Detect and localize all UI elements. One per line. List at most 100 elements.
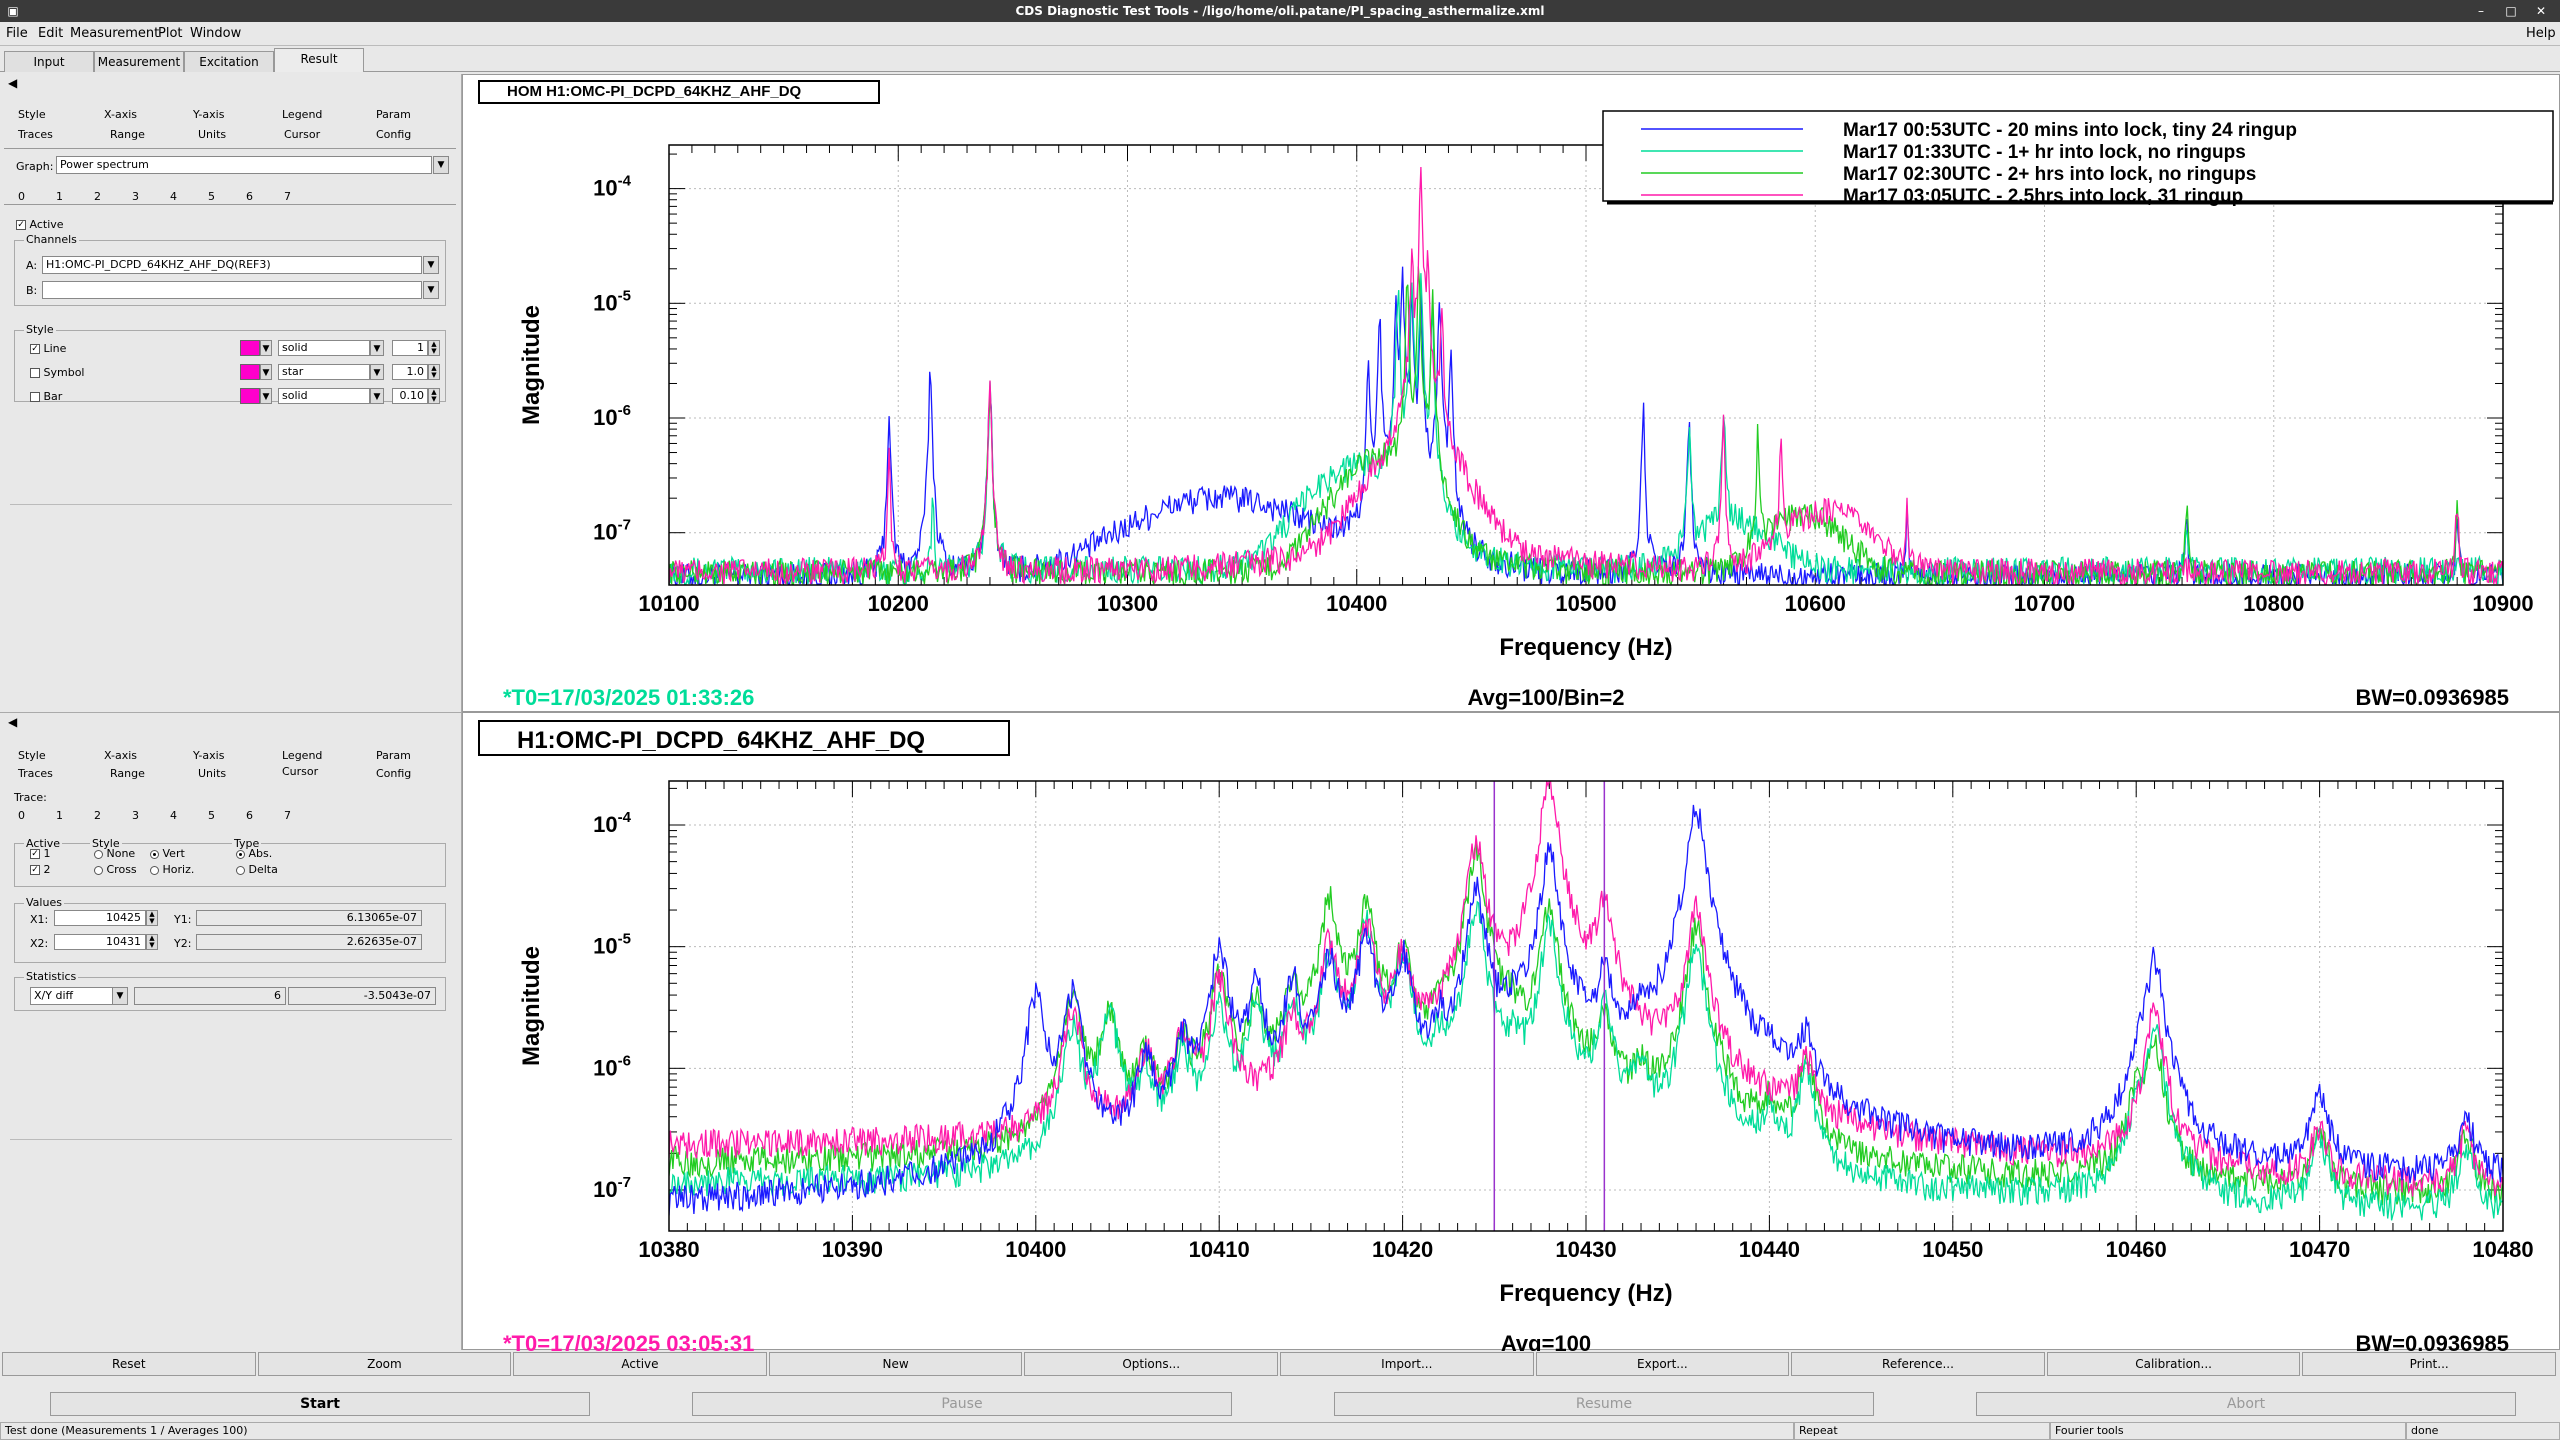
active-checkbox[interactable]: ✓ <box>16 220 26 230</box>
tab-style-2[interactable]: Style <box>18 749 46 762</box>
trace-tab-b-3[interactable]: 3 <box>132 809 139 822</box>
tab-config-2[interactable]: Config <box>376 767 411 780</box>
magnitude-chart-top[interactable]: HOM H1:OMC-PI_DCPD_64KHZ_AHF_DQ 10100 1020… <box>463 75 2560 713</box>
symbol-style-select[interactable]: star <box>278 364 370 380</box>
trace-tab-7[interactable]: 7 <box>284 190 291 203</box>
menu-file[interactable]: File <box>6 26 28 41</box>
tab-config[interactable]: Config <box>376 128 411 141</box>
x1-stepper[interactable]: ▲ ▼ <box>146 910 158 926</box>
type-delta-radio[interactable] <box>236 865 245 875</box>
cursor-1-checkbox[interactable]: ✓ <box>30 849 40 859</box>
plot-pane-top[interactable]: HOM H1:OMC-PI_DCPD_64KHZ_AHF_DQ 10100 1020… <box>462 74 2560 712</box>
collapse-arrow-icon[interactable]: ◀ <box>8 76 17 90</box>
tab-traces-2[interactable]: Traces <box>18 767 53 780</box>
channel-a-field[interactable]: H1:OMC-PI_DCPD_64KHZ_AHF_DQ(REF3) <box>42 256 422 274</box>
bar-color-swatch[interactable] <box>240 388 260 404</box>
tab-measurement[interactable]: Measurement <box>94 51 184 72</box>
menu-plot[interactable]: Plot <box>158 26 183 41</box>
line-style-select[interactable]: solid <box>278 340 370 356</box>
trace-tab-2[interactable]: 2 <box>94 190 101 203</box>
style-horiz-radio[interactable] <box>150 865 159 875</box>
line-checkbox[interactable]: ✓ <box>30 344 40 354</box>
tab-x-axis-2[interactable]: X-axis <box>104 749 137 762</box>
line-color-dropdown-icon[interactable]: ▼ <box>260 340 272 356</box>
tab-param[interactable]: Param <box>376 108 411 121</box>
trace-tab-0[interactable]: 0 <box>18 190 25 203</box>
trace-tab-b-7[interactable]: 7 <box>284 809 291 822</box>
minimize-icon[interactable]: – <box>2470 0 2492 22</box>
trace-tab-b-6[interactable]: 6 <box>246 809 253 822</box>
tab-range[interactable]: Range <box>110 128 145 141</box>
trace-tab-6[interactable]: 6 <box>246 190 253 203</box>
statistics-select[interactable]: X/Y diff <box>30 987 118 1005</box>
tab-cursor-2[interactable]: Cursor <box>282 765 318 778</box>
line-style-dropdown-icon[interactable]: ▼ <box>370 340 384 356</box>
menu-edit[interactable]: Edit <box>38 26 63 41</box>
tab-x-axis[interactable]: X-axis <box>104 108 137 121</box>
symbol-size-field[interactable]: 1.0 <box>392 364 428 380</box>
pause-button[interactable]: Pause <box>692 1392 1232 1416</box>
line-color-swatch[interactable] <box>240 340 260 356</box>
cursor-2-checkbox[interactable]: ✓ <box>30 865 40 875</box>
reset-button[interactable]: Reset <box>2 1352 256 1376</box>
type-abs-radio[interactable] <box>236 849 245 859</box>
maximize-icon[interactable]: □ <box>2500 0 2522 22</box>
graph-select[interactable]: Power spectrum <box>56 156 432 174</box>
menu-help[interactable]: Help <box>2526 26 2556 41</box>
tab-units[interactable]: Units <box>198 128 226 141</box>
statistics-dropdown-icon[interactable]: ▼ <box>112 987 128 1005</box>
new-button[interactable]: New <box>768 1352 1023 1376</box>
symbol-size-stepper[interactable]: ▲ ▼ <box>428 364 440 380</box>
active-button[interactable]: Active <box>513 1352 767 1376</box>
trace-tab-3[interactable]: 3 <box>132 190 139 203</box>
line-width-field[interactable]: 1 <box>392 340 428 356</box>
tab-legend-2[interactable]: Legend <box>282 749 322 762</box>
tab-cursor[interactable]: Cursor <box>284 128 320 141</box>
x2-stepper[interactable]: ▲ ▼ <box>146 934 158 950</box>
x2-field[interactable]: 10431 <box>54 934 146 950</box>
bar-color-dropdown-icon[interactable]: ▼ <box>260 388 272 404</box>
tab-legend[interactable]: Legend <box>282 108 322 121</box>
options-button[interactable]: Options... <box>1024 1352 1278 1376</box>
bar-width-field[interactable]: 0.10 <box>392 388 428 404</box>
resume-button[interactable]: Resume <box>1334 1392 1874 1416</box>
style-none-radio[interactable] <box>94 849 103 859</box>
export-button[interactable]: Export... <box>1535 1352 1790 1376</box>
abort-button[interactable]: Abort <box>1976 1392 2516 1416</box>
trace-tab-4[interactable]: 4 <box>170 190 177 203</box>
style-vert-radio[interactable] <box>150 849 159 859</box>
trace-tab-b-4[interactable]: 4 <box>170 809 177 822</box>
trace-tab-5[interactable]: 5 <box>208 190 215 203</box>
menu-measurement[interactable]: Measurement <box>70 26 159 41</box>
x1-field[interactable]: 10425 <box>54 910 146 926</box>
tab-input[interactable]: Input <box>4 51 94 72</box>
graph-dropdown-icon[interactable]: ▼ <box>433 156 449 174</box>
tab-param-2[interactable]: Param <box>376 749 411 762</box>
symbol-color-dropdown-icon[interactable]: ▼ <box>260 364 272 380</box>
tab-y-axis[interactable]: Y-axis <box>193 108 224 121</box>
channel-b-dropdown-icon[interactable]: ▼ <box>423 281 439 299</box>
trace-tab-b-1[interactable]: 1 <box>56 809 63 822</box>
tab-units-2[interactable]: Units <box>198 767 226 780</box>
bar-checkbox[interactable] <box>30 392 40 402</box>
trace-tab-b-2[interactable]: 2 <box>94 809 101 822</box>
window-menu-icon[interactable]: ▣ <box>2 0 24 22</box>
trace-tab-b-0[interactable]: 0 <box>18 809 25 822</box>
tab-result[interactable]: Result <box>274 48 364 72</box>
symbol-checkbox[interactable] <box>30 368 40 378</box>
tab-style[interactable]: Style <box>18 108 46 121</box>
menu-window[interactable]: Window <box>190 26 241 41</box>
magnitude-chart-bottom[interactable]: H1:OMC-PI_DCPD_64KHZ_AHF_DQ 10380 10390 104… <box>463 713 2560 1356</box>
calibration-button[interactable]: Calibration... <box>2046 1352 2301 1376</box>
tab-excitation[interactable]: Excitation <box>184 51 274 72</box>
print-button[interactable]: Print... <box>2302 1352 2556 1376</box>
symbol-color-swatch[interactable] <box>240 364 260 380</box>
close-icon[interactable]: ✕ <box>2530 0 2552 22</box>
channel-a-dropdown-icon[interactable]: ▼ <box>423 256 439 274</box>
line-width-stepper[interactable]: ▲ ▼ <box>428 340 440 356</box>
trace-tab-b-5[interactable]: 5 <box>208 809 215 822</box>
style-cross-radio[interactable] <box>94 865 103 875</box>
reference-button[interactable]: Reference... <box>1791 1352 2045 1376</box>
plot-pane-bottom[interactable]: H1:OMC-PI_DCPD_64KHZ_AHF_DQ 10380 10390 104… <box>462 712 2560 1356</box>
zoom-button[interactable]: Zoom <box>257 1352 512 1376</box>
